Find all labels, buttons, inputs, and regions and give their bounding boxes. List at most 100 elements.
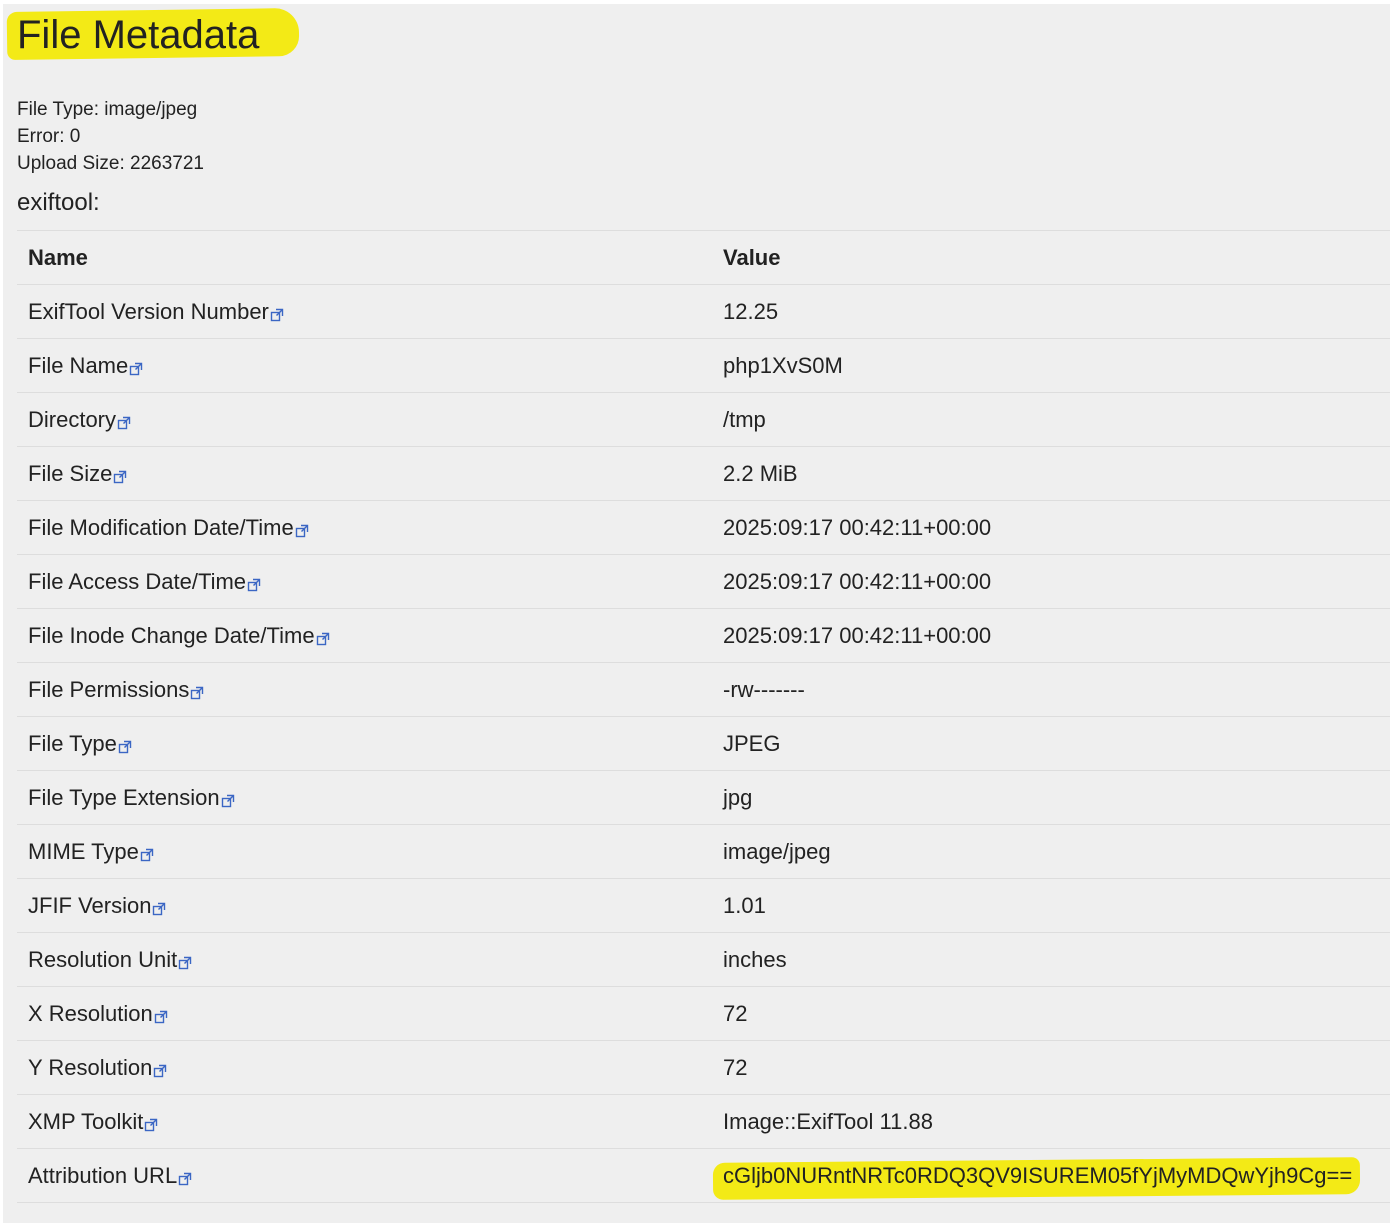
table-row: File Type Extension jpg (17, 770, 1390, 825)
metadata-value: 2025:09:17 00:42:11+00:00 (723, 622, 992, 648)
external-link-icon[interactable] (178, 950, 192, 969)
external-link-icon[interactable] (144, 1112, 158, 1131)
external-link-icon[interactable] (270, 302, 284, 321)
upload-size-line: Upload Size: 2263721 (17, 153, 204, 174)
table-row: File Type JPEG (17, 716, 1390, 771)
table-row: File Permissions -rw------- (17, 662, 1390, 717)
external-link-icon[interactable] (221, 788, 235, 807)
metadata-name: File Type (28, 730, 117, 756)
metadata-name: File Access Date/Time (28, 568, 247, 594)
external-link-icon[interactable] (316, 626, 330, 645)
metadata-rows: ExifTool Version Number 12.25 File Name php… (17, 284, 1390, 1203)
metadata-name: Directory (28, 406, 117, 432)
metadata-name-cell: File Name (17, 338, 712, 393)
metadata-name-cell: File Permissions (17, 662, 712, 717)
metadata-value: inches (723, 946, 787, 972)
metadata-value: JPEG (723, 730, 781, 756)
external-link-icon[interactable] (178, 1166, 192, 1185)
metadata-value: cGljb0NURntNRTc0RDQ3QV9ISUREM05fYjMyMDQw… (723, 1162, 1353, 1188)
table-row: Attribution URL cGljb0NURntNRTc0RDQ3QV9IS… (17, 1148, 1390, 1203)
external-link-icon[interactable] (140, 842, 154, 861)
metadata-content: File Metadata File Type: image/jpeg Erro… (6, 4, 1390, 1203)
table-row: File Inode Change Date/Time 2025:09:17 00… (17, 608, 1390, 663)
metadata-value-cell: 1.01 (712, 878, 1390, 933)
metadata-value: 2.2 MiB (723, 460, 798, 486)
metadata-value-cell: 72 (712, 986, 1390, 1041)
metadata-name: JFIF Version (28, 892, 152, 918)
highlighted-value: cGljb0NURntNRTc0RDQ3QV9ISUREM05fYjMyMDQw… (723, 1163, 1352, 1189)
metadata-name-cell: File Modification Date/Time (17, 500, 712, 555)
metadata-value: image/jpeg (723, 838, 831, 864)
external-link-icon[interactable] (117, 410, 131, 429)
metadata-value: 2025:09:17 00:42:11+00:00 (723, 568, 992, 594)
metadata-name-cell: File Type (17, 716, 712, 771)
external-link-icon[interactable] (247, 572, 261, 591)
metadata-name: File Size (28, 460, 113, 486)
metadata-value-cell: php1XvS0M (712, 338, 1390, 393)
external-link-icon[interactable] (190, 680, 204, 699)
metadata-name-cell: Y Resolution (17, 1040, 712, 1095)
metadata-name: File Name (28, 352, 129, 378)
page-title: File Metadata (17, 13, 260, 57)
metadata-name: Attribution URL (28, 1162, 178, 1188)
metadata-name: File Modification Date/Time (28, 514, 294, 540)
external-link-icon[interactable] (154, 1004, 168, 1023)
exiftool-section-label: exiftool: (17, 189, 100, 216)
metadata-value-cell: image/jpeg (712, 824, 1390, 879)
table-row: Directory/tmp (17, 392, 1390, 447)
external-link-icon[interactable] (153, 1058, 167, 1077)
metadata-value: 1.01 (723, 892, 766, 918)
metadata-name: X Resolution (28, 1000, 153, 1026)
table-row: ExifTool Version Number 12.25 (17, 284, 1390, 339)
external-link-icon[interactable] (118, 734, 132, 753)
metadata-value: Image::ExifTool 11.88 (723, 1108, 933, 1134)
metadata-name-cell: File Type Extension (17, 770, 712, 825)
metadata-value-cell: 12.25 (712, 284, 1390, 339)
metadata-name: MIME Type (28, 838, 139, 864)
metadata-page: File Metadata File Type: image/jpeg Erro… (3, 4, 1390, 1223)
metadata-value-cell: 72 (712, 1040, 1390, 1095)
external-link-icon[interactable] (113, 464, 127, 483)
table-row: File Modification Date/Time 2025:09:17 00… (17, 500, 1390, 555)
metadata-value: 72 (723, 1000, 748, 1026)
table-row: File Size 2.2 MiB (17, 446, 1390, 501)
metadata-value: php1XvS0M (723, 352, 843, 378)
metadata-value: 12.25 (723, 298, 779, 324)
metadata-value-cell: jpg (712, 770, 1390, 825)
metadata-value-cell: 2025:09:17 00:42:11+00:00 (712, 554, 1390, 609)
metadata-name-cell: File Inode Change Date/Time (17, 608, 712, 663)
metadata-value-cell: 2025:09:17 00:42:11+00:00 (712, 500, 1390, 555)
metadata-name-cell: Resolution Unit (17, 932, 712, 987)
metadata-name-cell: File Size (17, 446, 712, 501)
metadata-name: ExifTool Version Number (28, 298, 269, 324)
metadata-value-cell: inches (712, 932, 1390, 987)
error-line: Error: 0 (17, 126, 81, 147)
external-link-icon[interactable] (152, 896, 166, 915)
external-link-icon[interactable] (129, 356, 143, 375)
metadata-name: Y Resolution (28, 1054, 153, 1080)
metadata-value: 2025:09:17 00:42:11+00:00 (723, 514, 992, 540)
table-row: X Resolution 72 (17, 986, 1390, 1041)
table-row: Y Resolution 72 (17, 1040, 1390, 1095)
title-area: File Metadata (6, 4, 1390, 96)
external-link-icon[interactable] (295, 518, 309, 537)
metadata-name-cell: ExifTool Version Number (17, 284, 712, 339)
metadata-value-cell: -rw------- (712, 662, 1390, 717)
table-row: MIME Type image/jpeg (17, 824, 1390, 879)
metadata-name-cell: MIME Type (17, 824, 712, 879)
metadata-name: File Permissions (28, 676, 190, 702)
table-row: Resolution Unit inches (17, 932, 1390, 987)
name-column-header: Name (17, 230, 712, 285)
metadata-name-cell: Directory (17, 392, 712, 447)
metadata-name: File Inode Change Date/Time (28, 622, 315, 648)
table-row: File Access Date/Time 2025:09:17 00:42:11… (17, 554, 1390, 609)
exif-metadata-table: Name Value ExifTool Version Number 12.25 F… (17, 230, 1390, 1203)
metadata-name: XMP Toolkit (28, 1108, 144, 1134)
metadata-name: Resolution Unit (28, 946, 178, 972)
metadata-name-cell: JFIF Version (17, 878, 712, 933)
metadata-value: 72 (723, 1054, 748, 1080)
metadata-value: -rw------- (723, 676, 805, 702)
metadata-value-cell: /tmp (712, 392, 1390, 447)
metadata-value: /tmp (723, 406, 766, 432)
metadata-value-cell: JPEG (712, 716, 1390, 771)
